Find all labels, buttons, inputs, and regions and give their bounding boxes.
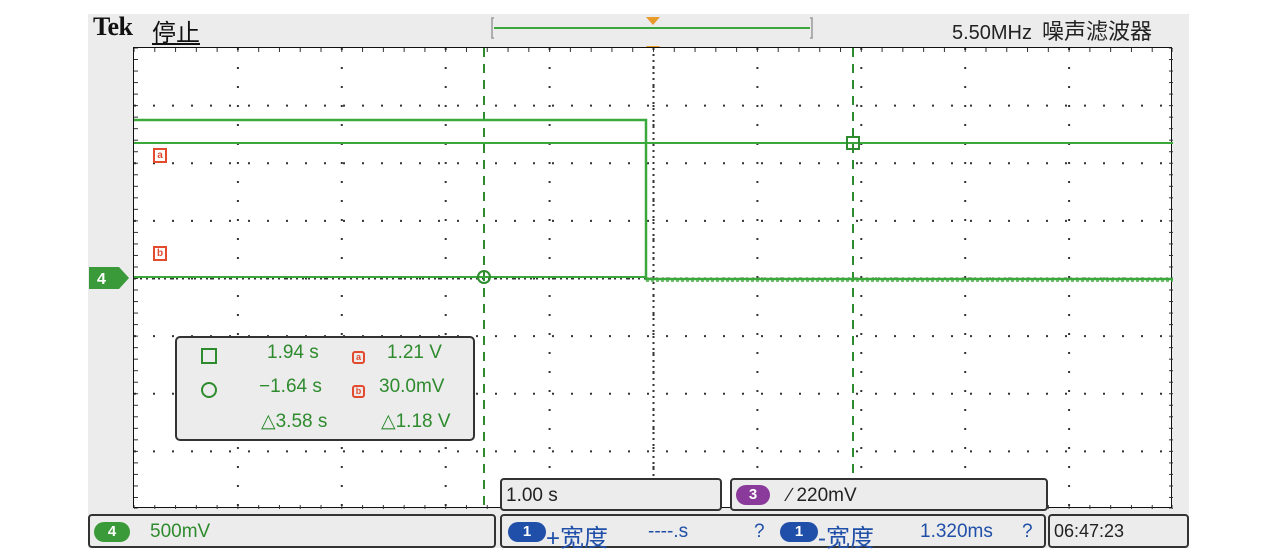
brand-logo: Tek [93,12,133,41]
ref-a-small-icon: a [352,351,365,364]
ref-b-small-icon: b [352,385,365,398]
timebase-value: 1.00 s [506,485,558,506]
cursor2-voltage: 30.0mV [379,376,445,397]
cursor1-square-icon [201,348,217,364]
timebase-readout[interactable]: 1.00 s [500,478,722,511]
meas2-value: 1.320ms [920,521,993,542]
filter-frequency: 5.50MHz [951,22,1032,44]
cursor1-time: 1.94 s [267,342,319,363]
trigger-readout[interactable]: 3 ∕ 220mV [730,478,1048,511]
cursor-row-2: −1.64 s b 30.0mV [177,376,473,404]
measurement-readout[interactable]: 1 +宽度 ----.s ? 1 -宽度 1.320ms ? [500,514,1046,552]
cursor-row-delta: △3.58 s △1.18 V [177,410,473,438]
meas2-status: ? [1022,521,1033,542]
delta-time: △3.58 s [261,411,328,432]
ref-b-marker-icon: b [153,246,167,261]
noise-filter-status: 5.50MHz 噪声滤波器 [952,14,1152,46]
meas1-channel-badge: 1 [508,522,546,542]
cursor2-time: −1.64 s [259,376,322,397]
ch4-scale-readout[interactable]: 4 500mV [88,514,496,548]
ch4-badge: 4 [94,522,130,542]
trigger-source-badge: 3 [736,485,770,505]
cursor2-circle-icon [201,382,217,398]
ch4-scale-value: 500mV [150,521,211,542]
ref-a-marker-icon: a [153,148,167,163]
meas1-value: ----.s [648,521,689,542]
ch4-ground-marker-icon: 4 [89,267,129,289]
meas2-channel-badge: 1 [780,522,818,542]
trigger-position-icon [646,17,660,25]
meas1-label: +宽度 [546,525,609,552]
delta-voltage: △1.18 V [381,411,451,432]
ch4-marker-label: 4 [97,271,106,288]
run-state: 停止 [152,20,200,47]
meas2-label: -宽度 [818,525,874,552]
cursor1-voltage: 1.21 V [387,342,442,363]
clock-time: 06:47:23 [1054,521,1125,541]
cursor-row-1: 1.94 s a 1.21 V [177,342,473,370]
clock-readout: 06:47:23 [1048,514,1189,548]
cursor-readout-panel: 1.94 s a 1.21 V −1.64 s b 30.0mV △3.58 s… [175,336,475,441]
trigger-level: ∕ 220mV [788,485,857,506]
filter-label: 噪声滤波器 [1041,19,1152,44]
meas1-status: ? [754,521,765,542]
